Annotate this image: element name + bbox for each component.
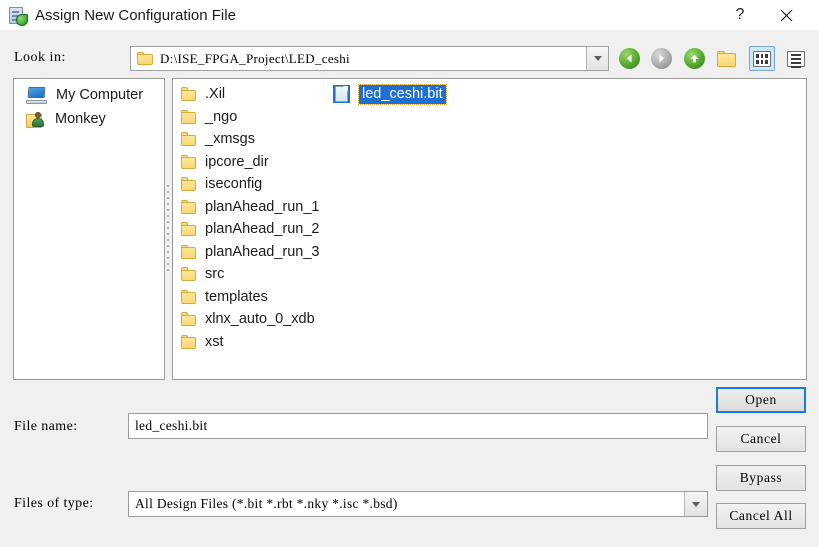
panel-splitter[interactable] [166,185,170,275]
new-folder-button[interactable] [713,46,739,71]
folder-icon [181,312,196,327]
folder-icon [181,222,196,237]
detail-view-icon [787,50,805,68]
list-item[interactable]: ipcore_dir [181,151,320,174]
bypass-button[interactable]: Bypass [716,465,806,491]
cancel-button[interactable]: Cancel [716,426,806,452]
list-item[interactable]: .Xil [181,83,320,106]
list-item[interactable]: planAhead_run_1 [181,196,320,219]
look-in-label: Look in: [14,50,66,65]
places-sidebar[interactable]: My Computer Monkey [13,78,165,380]
sidebar-item-monkey[interactable]: Monkey [14,107,164,131]
list-item-label: _xmsgs [205,131,255,148]
list-item-selected[interactable]: led_ceshi.bit [333,83,447,106]
folder-icon [181,154,196,169]
config-file-icon [7,5,28,26]
list-view-button[interactable] [749,46,775,71]
folder-icon [181,132,196,147]
file-list-column-2: led_ceshi.bit [333,83,447,106]
list-item[interactable]: src [181,263,320,286]
help-button[interactable]: ? [717,0,763,30]
file-name-input[interactable] [128,413,708,439]
folder-icon [181,87,196,102]
list-item[interactable]: templates [181,286,320,309]
forward-button[interactable] [648,46,674,71]
close-icon [780,9,792,21]
folder-icon [181,109,196,124]
folder-icon [181,177,196,192]
list-item-label: xst [205,333,224,350]
open-button[interactable]: Open [716,387,806,413]
bit-file-icon [335,86,348,103]
chevron-down-icon[interactable] [684,492,707,516]
list-item-label: led_ceshi.bit [358,83,447,105]
current-path: D:\ISE_FPGA_Project\LED_ceshi [160,50,350,66]
folder-icon [181,267,196,282]
list-item[interactable]: xst [181,331,320,354]
list-item-label: ipcore_dir [205,153,269,170]
question-mark-icon: ? [735,6,745,23]
forward-icon [650,48,672,69]
bit-file-icon-wrapper [333,85,350,104]
folder-icon [137,52,153,65]
cancel-all-button[interactable]: Cancel All [716,503,806,529]
path-combobox[interactable]: D:\ISE_FPGA_Project\LED_ceshi [130,46,609,71]
sidebar-item-label: Monkey [55,111,106,127]
file-name-label: File name: [14,419,78,434]
files-of-type-combobox[interactable]: All Design Files (*.bit *.rbt *.nky *.is… [128,491,708,517]
computer-icon [26,86,47,104]
chevron-down-icon[interactable] [586,47,608,70]
new-folder-icon [716,50,736,67]
list-item[interactable]: iseconfig [181,173,320,196]
list-item-label: _ngo [205,108,238,125]
list-item[interactable]: xlnx_auto_0_xdb [181,308,320,331]
sidebar-item-label: My Computer [56,87,144,103]
list-item-label: templates [205,288,268,305]
list-item[interactable]: _ngo [181,106,320,129]
folder-icon [181,289,196,304]
file-list[interactable]: .Xil _ngo _xmsgs ipcore_dir iseconfig pl… [172,78,807,380]
list-view-icon [753,50,771,67]
list-item-label: xlnx_auto_0_xdb [205,311,315,328]
list-item-label: planAhead_run_2 [205,221,320,238]
list-item-label: planAhead_run_3 [205,243,320,260]
list-item-label: iseconfig [205,176,263,193]
detail-view-button[interactable] [783,46,809,71]
back-button[interactable] [616,46,642,71]
list-item-label: planAhead_run_1 [205,198,320,215]
window-title: Assign New Configuration File [35,6,236,24]
list-item-label: src [205,266,225,283]
list-item-label: .Xil [205,86,226,103]
title-bar: Assign New Configuration File ? [0,0,819,30]
folder-icon [181,199,196,214]
back-icon [618,48,640,69]
list-item[interactable]: planAhead_run_2 [181,218,320,241]
up-one-level-icon [683,48,705,69]
folder-icon [181,244,196,259]
folder-icon [181,334,196,349]
user-folder-icon [26,110,46,128]
up-one-level-button[interactable] [681,46,707,71]
files-of-type-label: Files of type: [14,496,94,511]
sidebar-item-my-computer[interactable]: My Computer [14,83,164,107]
file-list-column-1: .Xil _ngo _xmsgs ipcore_dir iseconfig pl… [181,83,320,353]
close-button[interactable] [763,0,809,30]
list-item[interactable]: planAhead_run_3 [181,241,320,264]
list-item[interactable]: _xmsgs [181,128,320,151]
files-of-type-value: All Design Files (*.bit *.rbt *.nky *.is… [135,496,398,511]
